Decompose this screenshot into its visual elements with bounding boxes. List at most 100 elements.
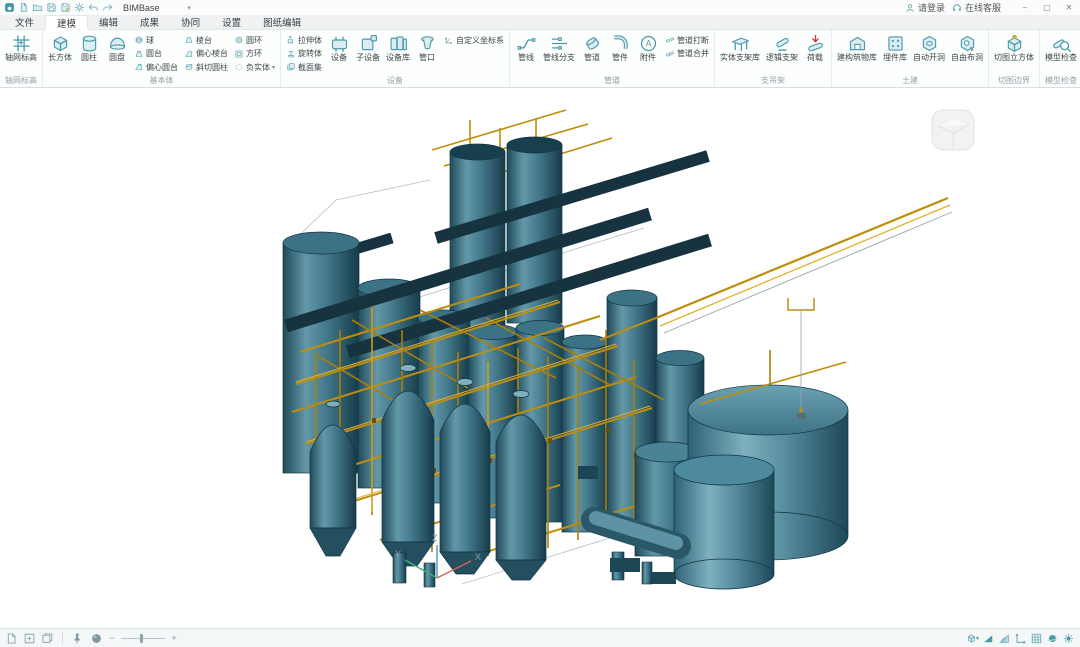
button-label: 埋件库 bbox=[883, 54, 907, 63]
button-label: 设备 bbox=[331, 54, 347, 63]
ribbon-button-建构筑物库[interactable]: 建构筑物库 bbox=[835, 32, 879, 74]
navigation-cube[interactable] bbox=[932, 110, 974, 150]
ribbon-button-设备[interactable]: 设备 bbox=[326, 32, 352, 74]
render-sphere-icon bbox=[90, 632, 103, 645]
maximize-button[interactable]: ▢ bbox=[1036, 0, 1058, 15]
button-label: 管线 bbox=[518, 54, 534, 63]
model-3d-view[interactable]: Z Y X bbox=[0, 88, 1080, 628]
ribbon-button-圆台[interactable]: 圆台 bbox=[132, 48, 180, 60]
ribbon-button-子设备[interactable]: 子设备 bbox=[354, 32, 382, 74]
save-button[interactable] bbox=[46, 2, 57, 13]
tab-编辑[interactable]: 编辑 bbox=[88, 15, 129, 29]
button-label: 自由布洞 bbox=[951, 54, 983, 63]
ribbon-button-球[interactable]: 球 bbox=[132, 34, 180, 46]
button-label: 长方体 bbox=[48, 54, 72, 63]
login-button[interactable]: 请登录 bbox=[905, 1, 945, 14]
section-view-button[interactable] bbox=[982, 632, 995, 645]
ribbon-button-管道合并[interactable]: 管道合并 bbox=[663, 48, 711, 60]
ribbon-button-圆环[interactable]: 圆环 bbox=[232, 34, 277, 46]
ucs-axis-button[interactable] bbox=[1014, 632, 1027, 645]
custom-axis-icon bbox=[444, 35, 454, 45]
ribbon-button-管线分支[interactable]: 管线分支 bbox=[541, 32, 577, 74]
ribbon-button-轴网标高[interactable]: 轴网标高 bbox=[3, 32, 39, 74]
headset-icon bbox=[952, 3, 962, 13]
cuboid-icon bbox=[50, 33, 71, 54]
title-dropdown-caret[interactable]: ▾ bbox=[188, 4, 192, 12]
app-logo-button[interactable] bbox=[4, 2, 15, 13]
ribbon-button-附件[interactable]: A附件 bbox=[635, 32, 661, 74]
ribbon-button-管道[interactable]: 管道 bbox=[579, 32, 605, 74]
render-sphere-button[interactable] bbox=[90, 632, 103, 645]
ribbon-button-模型检查[interactable]: 模型检查 bbox=[1043, 32, 1079, 74]
tab-建模[interactable]: 建模 bbox=[45, 15, 88, 30]
button-label: 截面集 bbox=[298, 62, 322, 73]
ribbon-button-棱台[interactable]: 棱台 bbox=[182, 34, 230, 46]
display-settings-button[interactable] bbox=[1062, 632, 1075, 645]
zoom-slider-track[interactable] bbox=[121, 638, 165, 639]
online-service-button[interactable]: 在线客服 bbox=[952, 1, 1001, 14]
close-button[interactable]: ✕ bbox=[1058, 0, 1080, 15]
ribbon-button-逻辑支架[interactable]: 逻辑支架 bbox=[764, 32, 800, 74]
axis-z-label: Z bbox=[432, 533, 438, 543]
ribbon-button-长方体[interactable]: 长方体 bbox=[46, 32, 74, 74]
ribbon-button-拉伸体[interactable]: 拉伸体 bbox=[284, 34, 324, 46]
orbit-button[interactable] bbox=[1046, 632, 1059, 645]
new-file-button[interactable] bbox=[18, 2, 29, 13]
ribbon-button-设备库[interactable]: 设备库 bbox=[384, 32, 412, 74]
ribbon-button-偏心棱台[interactable]: 偏心棱台 bbox=[182, 48, 230, 60]
ribbon-button-管线[interactable]: 管线 bbox=[513, 32, 539, 74]
viewport[interactable]: Z Y X bbox=[0, 88, 1080, 628]
redo-button[interactable] bbox=[102, 2, 113, 13]
ribbon-button-管道打断[interactable]: 管道打断 bbox=[663, 34, 711, 46]
open-file-button[interactable] bbox=[32, 2, 43, 13]
ribbon-button-管件[interactable]: 管件 bbox=[607, 32, 633, 74]
layout-views-button[interactable] bbox=[41, 632, 54, 645]
pin-button[interactable] bbox=[71, 632, 84, 645]
button-label: 旋转体 bbox=[298, 48, 322, 59]
tab-文件[interactable]: 文件 bbox=[4, 15, 45, 29]
extrude-icon bbox=[286, 35, 296, 45]
ribbon-button-斜切圆柱[interactable]: 斜切圆柱 bbox=[182, 61, 230, 73]
axonometric-view-icon bbox=[998, 632, 1011, 645]
view-cube-button[interactable]: ▾ bbox=[966, 632, 979, 645]
tab-图纸编辑[interactable]: 图纸编辑 bbox=[252, 15, 312, 29]
ribbon-button-圆柱[interactable]: 圆柱 bbox=[76, 32, 102, 74]
app-logo-icon bbox=[4, 2, 15, 13]
zoom-out-button[interactable]: − bbox=[108, 633, 116, 643]
zoom-in-button[interactable]: + bbox=[170, 633, 178, 643]
ribbon-button-截面集[interactable]: 截面集 bbox=[284, 61, 324, 73]
ribbon-group-设备: 拉伸体旋转体截面集设备子设备设备库管口自定义坐标系设备 bbox=[281, 30, 510, 87]
ribbon-button-埋件库[interactable]: 埋件库 bbox=[881, 32, 909, 74]
axonometric-view-button[interactable] bbox=[998, 632, 1011, 645]
settings-button[interactable] bbox=[74, 2, 85, 13]
save-as-button[interactable] bbox=[60, 2, 71, 13]
ribbon-button-切图立方体[interactable]: 切图立方体 bbox=[992, 32, 1036, 74]
settings-icon bbox=[74, 2, 85, 13]
grid-display-button[interactable] bbox=[1030, 632, 1043, 645]
ribbon-button-自由布洞[interactable]: 自由布洞 bbox=[949, 32, 985, 74]
ribbon-button-自动开洞[interactable]: 自动开洞 bbox=[911, 32, 947, 74]
tab-设置[interactable]: 设置 bbox=[211, 15, 252, 29]
ribbon-button-荷载[interactable]: 荷载 bbox=[802, 32, 828, 74]
new-drawing-button[interactable] bbox=[5, 632, 18, 645]
section-cube-icon bbox=[1004, 33, 1025, 54]
zoom-slider[interactable] bbox=[121, 632, 165, 645]
ribbon-button-偏心圆台[interactable]: 偏心圆台 bbox=[132, 61, 180, 73]
minimize-button[interactable]: – bbox=[1014, 0, 1036, 15]
ribbon-button-实体支架库[interactable]: 实体支架库 bbox=[718, 32, 762, 74]
ribbon-button-圆盘[interactable]: 圆盘 bbox=[104, 32, 130, 74]
zoom-slider-handle[interactable] bbox=[140, 634, 143, 643]
ribbon-button-自定义坐标系[interactable]: 自定义坐标系 bbox=[442, 34, 506, 46]
button-label: 圆柱 bbox=[81, 54, 97, 63]
tab-成果[interactable]: 成果 bbox=[129, 15, 170, 29]
model-check-icon bbox=[1051, 33, 1072, 54]
ribbon-button-方环[interactable]: 方环 bbox=[232, 48, 277, 60]
tab-协同[interactable]: 协同 bbox=[170, 15, 211, 29]
button-label: 偏心棱台 bbox=[196, 48, 228, 59]
ribbon-button-管口[interactable]: 管口 bbox=[414, 32, 440, 74]
button-label: 负实体 bbox=[246, 62, 270, 73]
ribbon-button-旋转体[interactable]: 旋转体 bbox=[284, 48, 324, 60]
undo-button[interactable] bbox=[88, 2, 99, 13]
fit-extents-button[interactable] bbox=[23, 632, 36, 645]
ribbon-button-负实体[interactable]: 负实体▾ bbox=[232, 61, 277, 73]
